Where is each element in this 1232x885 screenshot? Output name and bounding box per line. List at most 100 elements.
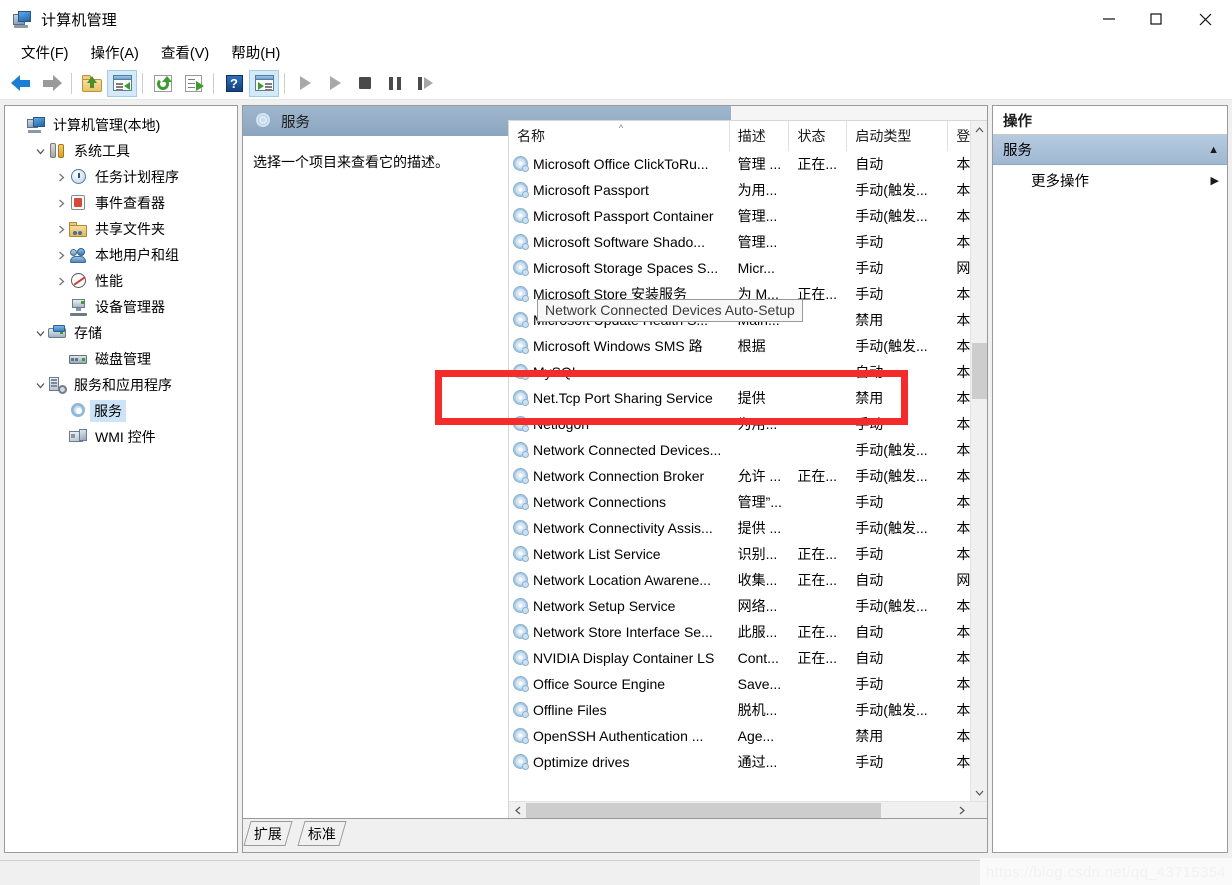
- tree-node-1[interactable]: 系统工具: [5, 138, 237, 164]
- tab-standard[interactable]: 标准: [297, 821, 347, 846]
- service-cell-status: [789, 385, 847, 411]
- service-row[interactable]: Microsoft Passport 为用... 手动(触发... 本: [509, 177, 987, 203]
- computer-management-icon: [12, 9, 32, 29]
- tree-expander-icon[interactable]: [32, 330, 48, 337]
- tab-extended[interactable]: 扩展: [243, 821, 293, 846]
- show-action-pane-icon[interactable]: [249, 69, 279, 97]
- tree-expander-icon[interactable]: [53, 199, 69, 208]
- service-gear-icon: [513, 468, 529, 484]
- column-description[interactable]: 描述: [729, 121, 790, 151]
- description-placeholder-text: 选择一个项目来查看它的描述。: [253, 154, 449, 170]
- service-row[interactable]: Network Store Interface Se... 此服... 正在... 自…: [509, 619, 987, 645]
- menu-view[interactable]: 查看(V): [152, 39, 218, 66]
- stop-service-icon[interactable]: [350, 70, 380, 97]
- tree-expander-icon[interactable]: [32, 148, 48, 155]
- service-gear-icon: [513, 208, 529, 224]
- tree-node-7[interactable]: 设备管理器: [5, 294, 237, 320]
- service-cell-name: Network Location Awarene...: [509, 567, 730, 593]
- vertical-scroll-thumb[interactable]: [972, 343, 987, 399]
- service-row[interactable]: Network List Service 识别... 正在... 手动本: [509, 541, 987, 567]
- service-row[interactable]: Netlogon 为用... 手动本: [509, 411, 987, 437]
- tree-expander-icon[interactable]: [53, 277, 69, 286]
- tree-node-0[interactable]: 计算机管理(本地): [5, 112, 237, 138]
- tree-node-5[interactable]: 本地用户和组: [5, 242, 237, 268]
- service-row[interactable]: Network Connection Broker 允许 ... 正在... 手动(触…: [509, 463, 987, 489]
- menu-help[interactable]: 帮助(H): [222, 39, 289, 66]
- service-row[interactable]: NVIDIA Display Container LS Cont... 正在... 自…: [509, 645, 987, 671]
- tree-node-label: 任务计划程序: [95, 169, 179, 185]
- tree-node-3[interactable]: 事件查看器: [5, 190, 237, 216]
- service-name-label: Network List Service: [533, 546, 661, 562]
- service-row[interactable]: OpenSSH Authentication ... Age... 禁用本: [509, 723, 987, 749]
- help-icon[interactable]: ?: [219, 70, 249, 97]
- service-row[interactable]: Net.Tcp Port Sharing Service 提供 禁用本: [509, 385, 987, 411]
- services-list-view[interactable]: 名称 ^ 描述 状态 启动类型 登 Microsoft Office ClickToRu.…: [508, 120, 987, 818]
- service-row[interactable]: Microsoft Passport Container 管理... 手动(触发..…: [509, 203, 987, 229]
- service-row[interactable]: Network Connectivity Assis... 提供 ... 手动(触发…: [509, 515, 987, 541]
- column-startup-type[interactable]: 启动类型: [847, 121, 949, 151]
- service-name-label: Network Store Interface Se...: [533, 624, 713, 640]
- export-list-icon[interactable]: [178, 70, 208, 97]
- service-row[interactable]: Office Source Engine Save... 手动本: [509, 671, 987, 697]
- submenu-chevron-icon[interactable]: ▶: [1211, 174, 1219, 187]
- tree-node-label: 磁盘管理: [95, 351, 151, 367]
- up-folder-icon[interactable]: [77, 70, 107, 97]
- service-row[interactable]: Network Connections 管理”... 手动本: [509, 489, 987, 515]
- service-cell-name: Network Connected Devices...: [509, 437, 730, 463]
- show-hide-console-tree-icon[interactable]: [107, 69, 137, 97]
- tree-expander-icon[interactable]: [53, 225, 69, 234]
- tree-node-10[interactable]: 服务和应用程序: [5, 372, 237, 398]
- refresh-icon[interactable]: [148, 70, 178, 97]
- back-arrow-icon[interactable]: [6, 70, 36, 97]
- service-name-label: Office Source Engine: [533, 676, 666, 692]
- services-list-horizontal-scrollbar[interactable]: [509, 801, 987, 818]
- pause-service-icon[interactable]: [380, 70, 410, 97]
- collapse-chevron-icon[interactable]: ▲: [1208, 144, 1219, 156]
- service-row[interactable]: Optimize drives 通过... 手动本: [509, 749, 987, 775]
- start-service-icon[interactable]: [290, 70, 320, 97]
- services-list-vertical-scrollbar[interactable]: [970, 121, 987, 801]
- scroll-left-button[interactable]: [509, 802, 526, 818]
- service-cell-name: Network Connectivity Assis...: [509, 515, 730, 541]
- forward-arrow-icon[interactable]: [36, 70, 66, 97]
- maximize-button[interactable]: [1132, 0, 1179, 38]
- column-name[interactable]: 名称 ^: [509, 121, 730, 151]
- service-row[interactable]: Microsoft Office ClickToRu... 管理 ... 正在...…: [509, 151, 987, 177]
- scroll-right-button[interactable]: [953, 802, 970, 818]
- service-row[interactable]: Network Setup Service 网络... 手动(触发... 本: [509, 593, 987, 619]
- service-row[interactable]: MySQL 自动本: [509, 359, 987, 385]
- tree-node-8[interactable]: 存储: [5, 320, 237, 346]
- service-row[interactable]: Microsoft Software Shado... 管理... 手动本: [509, 229, 987, 255]
- tree-node-12[interactable]: WMI 控件: [5, 424, 237, 450]
- tree-node-label: 本地用户和组: [95, 247, 179, 263]
- scroll-up-button[interactable]: [971, 121, 987, 138]
- tree-expander-icon[interactable]: [53, 173, 69, 182]
- column-status[interactable]: 状态: [789, 121, 848, 151]
- scroll-down-button[interactable]: [971, 784, 987, 801]
- horizontal-scroll-thumb[interactable]: [526, 803, 881, 818]
- service-row[interactable]: Microsoft Storage Spaces S... Micr... 手动网: [509, 255, 987, 281]
- menu-file[interactable]: 文件(F): [12, 39, 78, 66]
- tree-node-11[interactable]: 服务: [5, 398, 237, 424]
- tree-expander-icon[interactable]: [32, 382, 48, 389]
- tree-node-6[interactable]: 性能: [5, 268, 237, 294]
- tree-node-9[interactable]: 磁盘管理: [5, 346, 237, 372]
- actions-pane: 操作 服务 ▲ 更多操作 ▶: [992, 105, 1228, 853]
- service-row[interactable]: Network Location Awarene... 收集... 正在... 自动网: [509, 567, 987, 593]
- tree-node-4[interactable]: 共享文件夹: [5, 216, 237, 242]
- service-row[interactable]: Offline Files 脱机... 手动(触发... 本: [509, 697, 987, 723]
- tree-node-2[interactable]: 任务计划程序: [5, 164, 237, 190]
- service-cell-name: Optimize drives: [509, 749, 730, 775]
- tree-expander-icon[interactable]: [53, 251, 69, 260]
- services-list-body[interactable]: Microsoft Office ClickToRu... 管理 ... 正在...…: [509, 151, 987, 818]
- service-cell-status: 正在...: [797, 624, 838, 640]
- minimize-button[interactable]: [1085, 0, 1132, 38]
- actions-group-services[interactable]: 服务 ▲: [993, 135, 1227, 165]
- service-row[interactable]: Network Connected Devices... 手动(触发... 本: [509, 437, 987, 463]
- service-row[interactable]: Microsoft Windows SMS 路根据 手动(触发... 本: [509, 333, 987, 359]
- close-button[interactable]: [1179, 0, 1232, 38]
- resume-service-icon[interactable]: [320, 70, 350, 97]
- menu-action[interactable]: 操作(A): [82, 39, 148, 66]
- action-more-actions[interactable]: 更多操作 ▶: [993, 165, 1227, 195]
- restart-service-icon[interactable]: [410, 70, 440, 97]
